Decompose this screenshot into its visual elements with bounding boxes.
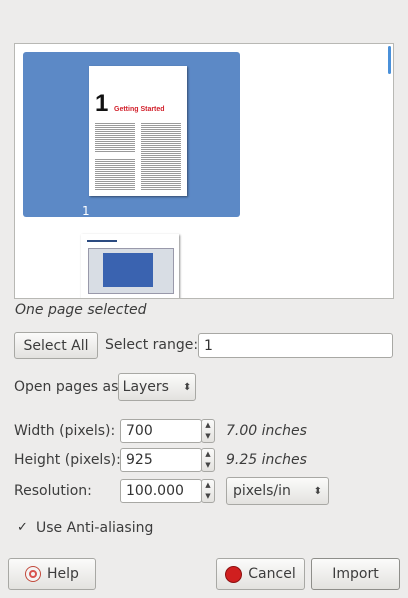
page-1-preview-image: 1 Getting Started <box>89 66 187 196</box>
height-spinner[interactable]: ▲ ▼ <box>201 448 215 472</box>
antialias-checkbox[interactable]: ✓ <box>17 521 30 534</box>
page-text-column <box>141 122 181 190</box>
cancel-button-label: Cancel <box>248 566 296 582</box>
cancel-button[interactable]: Cancel <box>216 558 305 590</box>
chevron-down-icon[interactable]: ▼ <box>205 433 210 440</box>
figure-window <box>103 253 153 287</box>
select-range-label: Select range: <box>105 337 199 353</box>
height-input[interactable]: 925 <box>120 448 202 472</box>
chapter-title: Getting Started <box>114 106 165 113</box>
page-header-rule <box>87 240 117 242</box>
resolution-unit-value: pixels/in <box>233 483 291 499</box>
height-label: Height (pixels): <box>14 452 121 468</box>
up-down-arrows-icon: ⬍ <box>313 485 322 497</box>
page-thumbnail-1[interactable]: 1 Getting Started 1 <box>23 52 240 218</box>
width-inches: 7.00 inches <box>226 423 307 439</box>
open-pages-as-combo[interactable]: Layers ⬍ <box>118 373 196 401</box>
resolution-spinner[interactable]: ▲ ▼ <box>201 479 215 503</box>
page-text-column <box>95 158 135 190</box>
preview-scrollbar[interactable] <box>388 46 391 74</box>
chevron-up-icon[interactable]: ▲ <box>205 451 210 458</box>
select-all-button[interactable]: Select All <box>14 332 98 359</box>
chapter-number: 1 <box>95 90 109 117</box>
chevron-down-icon[interactable]: ▼ <box>205 462 210 469</box>
open-pages-as-label: Open pages as <box>14 379 119 395</box>
resolution-unit-combo[interactable]: pixels/in ⬍ <box>226 477 329 505</box>
thumbnail-label: 1 <box>82 204 90 218</box>
chevron-up-icon[interactable]: ▲ <box>205 422 210 429</box>
page-screenshot-figure <box>88 248 174 294</box>
stop-icon <box>225 565 243 583</box>
width-input[interactable]: 700 <box>120 419 202 443</box>
resolution-label: Resolution: <box>14 483 92 499</box>
help-button-label: Help <box>47 566 79 582</box>
open-pages-as-value: Layers <box>122 379 169 395</box>
up-down-arrows-icon: ⬍ <box>182 381 192 393</box>
select-range-input[interactable]: 1 <box>198 333 393 358</box>
page-thumbnail-2[interactable] <box>81 234 179 298</box>
antialias-label: Use Anti-aliasing <box>36 520 154 536</box>
width-spinner[interactable]: ▲ ▼ <box>201 419 215 443</box>
page-preview-list[interactable]: 1 Getting Started 1 <box>14 43 394 299</box>
resolution-input[interactable]: 100.000 <box>120 479 202 503</box>
help-button[interactable]: Help <box>8 558 96 590</box>
import-button[interactable]: Import <box>311 558 400 590</box>
help-lifebuoy-icon <box>25 566 42 582</box>
chevron-up-icon[interactable]: ▲ <box>205 482 210 489</box>
height-inches: 9.25 inches <box>226 452 307 468</box>
width-label: Width (pixels): <box>14 423 116 439</box>
selection-status: One page selected <box>15 302 147 318</box>
chevron-down-icon[interactable]: ▼ <box>205 493 210 500</box>
page-text-column <box>95 122 135 152</box>
